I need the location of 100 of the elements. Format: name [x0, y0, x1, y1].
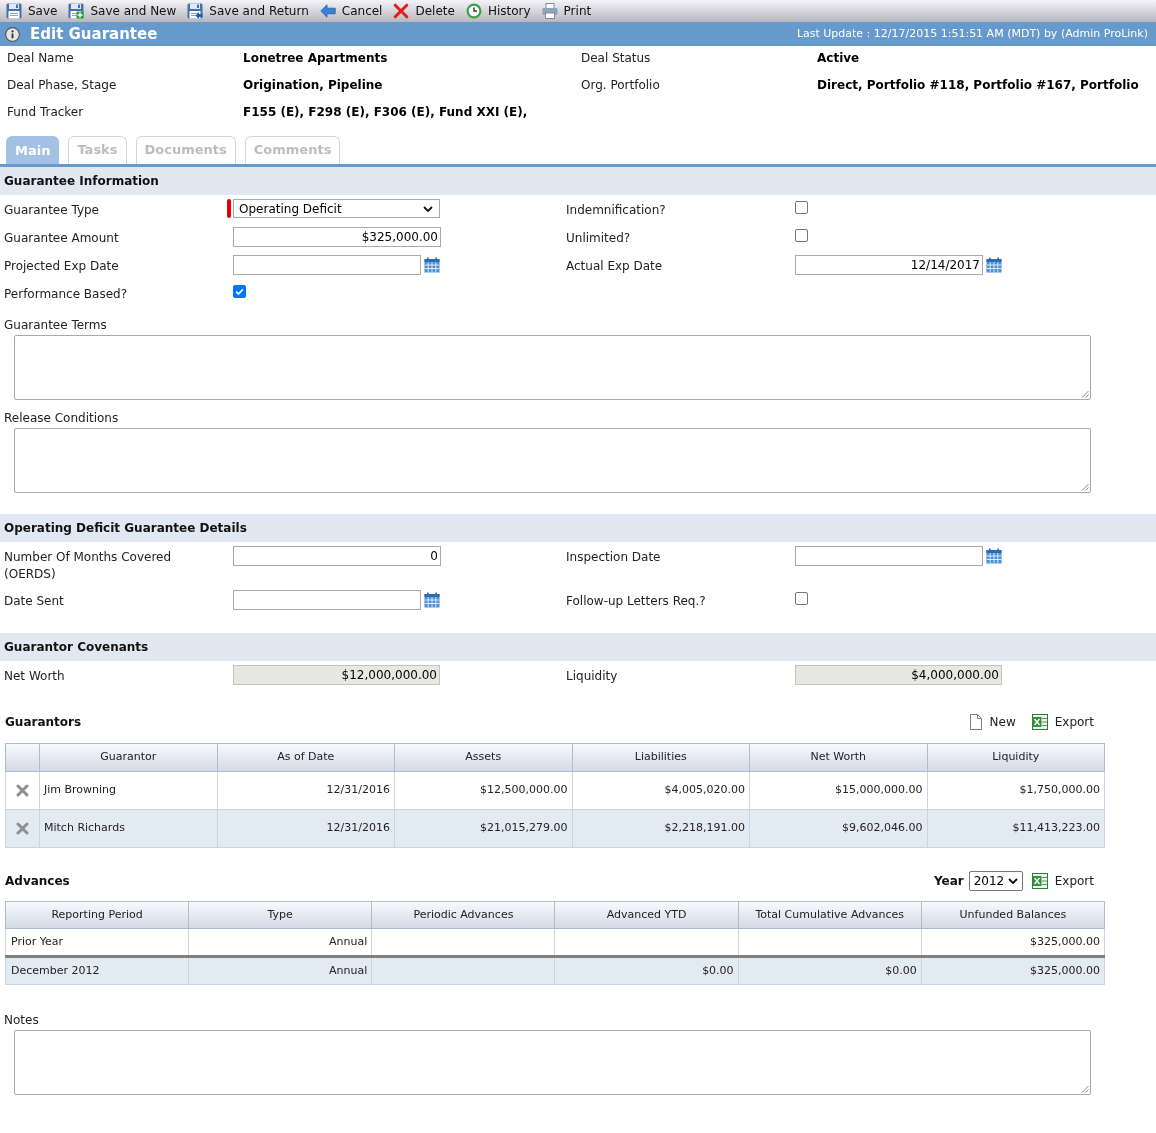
table-cell: $2,218,191.00: [572, 809, 750, 848]
column-header[interactable]: Net Worth: [749, 743, 927, 772]
field-label: Net Worth: [4, 669, 65, 683]
checkbox[interactable]: [233, 285, 246, 298]
resize-grip-icon[interactable]: [1081, 483, 1089, 491]
field-label: Performance Based?: [4, 287, 128, 301]
dropdown[interactable]: Operating Deficit: [233, 199, 440, 218]
column-header[interactable]: Unfunded Balances: [921, 901, 1105, 929]
table-cell: Jim Browning: [39, 771, 217, 810]
calendar-icon[interactable]: [424, 257, 440, 273]
column-header[interactable]: Type: [188, 901, 372, 929]
text-area[interactable]: [14, 335, 1091, 400]
table-cell: $325,000.00: [921, 956, 1105, 985]
table-row[interactable]: Jim Browning 12/31/2016 $12,500,000.00 $4,005,020.00 $15,000,000.00 $1,750,000.00: [5, 771, 1105, 810]
info-label: Fund Tracker: [7, 105, 84, 119]
section-header: Guarantee Information: [0, 167, 1156, 195]
checkbox[interactable]: [795, 592, 808, 605]
toolbar-button[interactable]: History: [465, 2, 531, 20]
spreadsheet-icon: [1031, 714, 1048, 730]
table-cell: $1,750,000.00: [927, 771, 1105, 810]
toolbar-button[interactable]: Cancel: [319, 2, 383, 20]
table-cell: $11,413,223.00: [927, 809, 1105, 848]
column-header[interactable]: Guarantor: [39, 743, 217, 772]
table-cell: 12/31/2016: [217, 809, 395, 848]
text-field[interactable]: $325,000.00: [233, 227, 441, 247]
readonly-field: $4,000,000.00: [795, 665, 1002, 685]
calendar-icon[interactable]: [424, 592, 440, 608]
column-header[interactable]: Reporting Period: [5, 901, 189, 929]
info-value: Active: [817, 51, 860, 65]
text-area[interactable]: [14, 1030, 1091, 1095]
table-cell: $0.00: [554, 956, 739, 985]
field-label: Follow-up Letters Req.?: [566, 594, 706, 608]
action-link[interactable]: New: [968, 713, 1016, 731]
table-row[interactable]: December 2012 Annual $0.00 $0.00 $325,000.00: [5, 956, 1105, 985]
text-field[interactable]: 0: [233, 546, 441, 566]
column-header[interactable]: Assets: [394, 743, 572, 772]
section-header: Guarantor Covenants: [0, 633, 1156, 661]
column-header[interactable]: Advanced YTD: [554, 901, 739, 929]
page-title: Edit Guarantee: [30, 23, 158, 45]
field-label: Unlimited?: [566, 231, 631, 245]
resize-grip-icon[interactable]: [1081, 390, 1089, 398]
spreadsheet-icon: [1031, 873, 1048, 889]
field-label: Inspection Date: [566, 550, 661, 564]
table-cell: Annual: [188, 956, 372, 985]
cross-icon[interactable]: [16, 822, 29, 835]
info-label: Deal Status: [581, 51, 651, 65]
field-label: Year: [933, 873, 964, 890]
table-cell: $15,000,000.00: [749, 771, 927, 810]
field-label: Indemnification?: [566, 203, 666, 217]
column-header[interactable]: Liquidity: [927, 743, 1105, 772]
toolbar-button[interactable]: Save: [6, 2, 58, 20]
last-update-text: Last Update : 12/17/2015 1:51:51 AM (MDT) by (Admin ProLink): [796, 25, 1148, 42]
info-value: Direct, Portfolio #118, Portfolio #167, Portfolio: [817, 78, 1139, 92]
checkbox[interactable]: [795, 229, 808, 242]
table-row[interactable]: Mitch Richards 12/31/2016 $21,015,279.00 $2,218,191.00 $9,602,046.00 $11,413,223.00: [5, 809, 1105, 848]
field-label: Liquidity: [566, 669, 618, 683]
toolbar-button[interactable]: Print: [541, 2, 592, 20]
table-cell: $0.00: [738, 956, 922, 985]
text-area[interactable]: [14, 428, 1091, 493]
info-label: Deal Name: [7, 51, 74, 65]
section-title: Guarantors: [5, 714, 82, 731]
info-icon: [5, 26, 20, 42]
clock-icon: [465, 3, 482, 19]
floppy-disk-plus-icon: [68, 3, 85, 19]
cross-icon[interactable]: [16, 784, 29, 797]
table-row[interactable]: Prior Year Annual $325,000.00: [5, 928, 1105, 957]
column-header[interactable]: Periodic Advances: [371, 901, 555, 929]
calendar-icon[interactable]: [986, 257, 1002, 273]
date-field[interactable]: [233, 590, 421, 610]
field-label: Notes: [4, 1013, 39, 1027]
section-header: Operating Deficit Guarantee Details: [0, 514, 1156, 542]
info-value: Lonetree Apartments: [243, 51, 388, 65]
field-label: Date Sent: [4, 594, 64, 608]
table-cell: $9,602,046.00: [749, 809, 927, 848]
document-icon: [968, 714, 983, 730]
date-field[interactable]: 12/14/2017: [795, 255, 983, 275]
column-header[interactable]: Total Cumulative Advances: [738, 901, 922, 929]
readonly-field: $12,000,000.00: [233, 665, 440, 685]
info-value: Origination, Pipeline: [243, 78, 383, 92]
info-value: F155 (E), F298 (E), F306 (E), Fund XXI (E),: [243, 105, 528, 119]
date-field[interactable]: [233, 255, 421, 275]
printer-icon: [541, 3, 558, 19]
dropdown[interactable]: 2012: [968, 871, 1023, 891]
chevron-down-icon: [423, 205, 433, 212]
table-cell: 12/31/2016: [217, 771, 395, 810]
date-field[interactable]: [795, 546, 983, 566]
action-link[interactable]: Export: [1031, 872, 1094, 890]
toolbar-button[interactable]: Delete: [393, 2, 455, 20]
column-header[interactable]: As of Date: [217, 743, 395, 772]
field-label: Guarantee Type: [4, 203, 99, 217]
info-label: Org. Portfolio: [581, 78, 660, 92]
resize-grip-icon[interactable]: [1081, 1085, 1089, 1093]
field-label: Number Of Months Covered (OERDS): [4, 550, 172, 581]
checkbox[interactable]: [795, 201, 808, 214]
toolbar-button[interactable]: Save and New: [68, 2, 177, 20]
column-header[interactable]: Liabilities: [572, 743, 750, 772]
toolbar-button[interactable]: Save and Return: [187, 2, 309, 20]
action-link[interactable]: Export: [1031, 713, 1094, 731]
calendar-icon[interactable]: [986, 548, 1002, 564]
table-cell: $21,015,279.00: [394, 809, 572, 848]
